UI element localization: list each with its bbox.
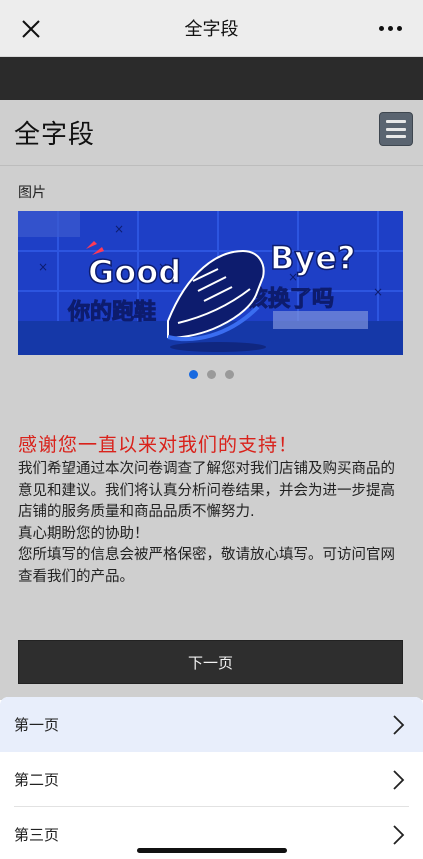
page-list-label: 第二页 [14,771,60,789]
home-indicator [137,848,287,853]
svg-text:×: × [114,222,124,236]
hamburger-icon[interactable] [379,112,413,146]
chevron-right-icon [393,825,405,845]
more-icon[interactable] [379,22,403,34]
next-page-button[interactable]: 下一页 [18,640,403,684]
carousel-dot[interactable] [207,370,216,379]
description-paragraph: 我们希望通过本次问卷调查了解您对我们店铺及购买商品的意见和建议。我们将认真分析问… [18,461,395,520]
title-bar: 全字段 [0,0,423,57]
banner-subtitle-left: 你的跑鞋 [67,299,156,325]
banner-subtitle-right: 该换了吗 [246,286,334,312]
chevron-right-icon [393,770,405,790]
page-list-label: 第一页 [14,716,60,734]
page-list-item-2[interactable]: 第二页 [0,752,423,807]
description-paragraph: 您所填写的信息会被严格保密，敬请放心填写。可访问官网查看我们的产品。 [18,547,395,585]
svg-text:×: × [373,285,383,299]
banner-word-bye: Bye? [270,239,356,277]
page-list-label: 第三页 [14,826,60,844]
chevron-right-icon [393,715,405,735]
carousel-indicator [0,370,423,379]
description-paragraph: 真心期盼您的协助！ [18,525,149,542]
page-list-item-1[interactable]: 第一页 [0,697,423,752]
window-title: 全字段 [184,19,239,40]
page-title: 全字段 [14,120,96,150]
thanks-heading: 感谢您一直以来对我们的支持！ [18,434,299,456]
banner-graphic: × × × × × Good Bye? 你的跑鞋 该换了吗 [18,211,403,355]
carousel-dot[interactable] [189,370,198,379]
banner-word-good: Good [88,253,181,291]
close-icon[interactable] [22,20,40,38]
promo-banner-image[interactable]: × × × × × Good Bye? 你的跑鞋 该换了吗 [18,211,403,355]
description: 我们希望通过本次问卷调查了解您对我们店铺及购买商品的意见和建议。我们将认真分析问… [18,459,408,588]
page-header: 全字段 [0,100,423,166]
form-content: 全字段 图片 × × × × × Good Bye? 你的跑鞋 该换了吗 感谢您… [0,100,423,700]
page-list-sheet: 第一页 第二页 第三页 [0,697,423,859]
svg-text:×: × [38,260,48,274]
carousel-dot[interactable] [225,370,234,379]
image-label: 图片 [18,185,46,201]
header-band [0,57,423,100]
